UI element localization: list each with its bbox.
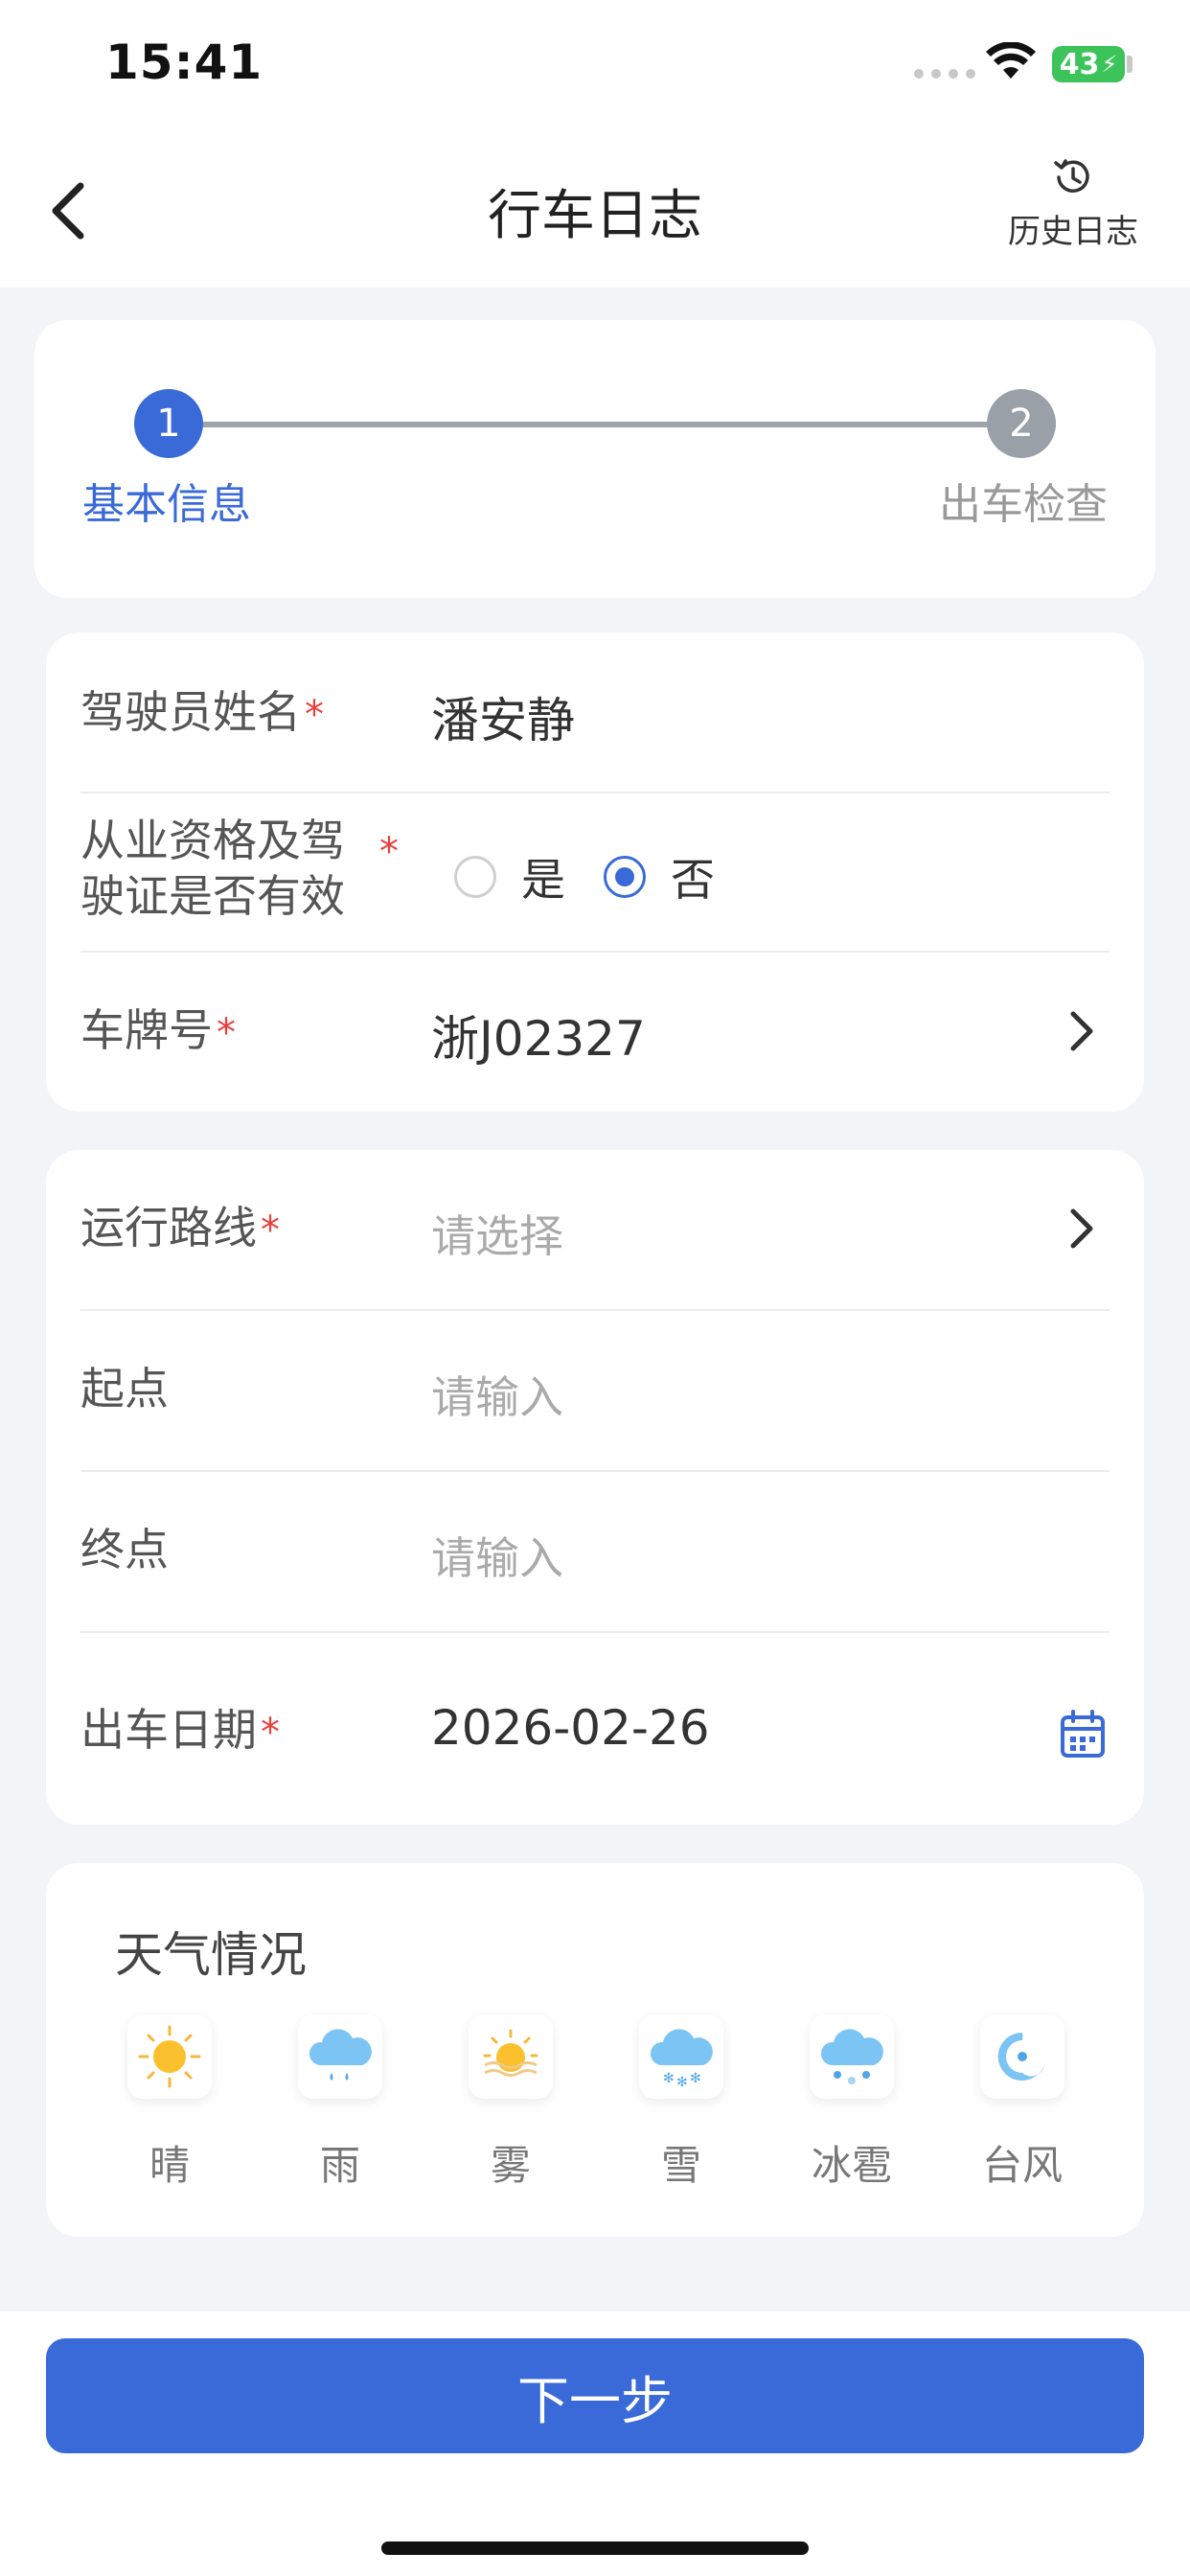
weather-option-fog[interactable]: 雾	[429, 2014, 592, 2192]
weather-label-fog: 雾	[490, 2142, 531, 2189]
bottom-action-bar: 下一步	[0, 2312, 1190, 2576]
driver-name-row[interactable]: 驾驶员姓名 * 潘安静	[80, 632, 1110, 794]
typhoon-icon[interactable]	[980, 2014, 1064, 2099]
rain-icon[interactable]	[298, 2014, 382, 2099]
history-clock-icon	[1054, 159, 1089, 193]
driver-name-label: 驾驶员姓名 *	[80, 686, 324, 738]
wifi-icon	[986, 42, 1036, 79]
step-2-label: 出车检查	[939, 480, 1108, 529]
weather-card: 天气情况 晴 雨 雾 ✻ ✻ ✻ 雪 冰雹 台风	[46, 1863, 1144, 2237]
weather-label-rain: 雨	[319, 2142, 360, 2189]
history-log-button[interactable]: 历史日志	[996, 155, 1150, 261]
weather-option-typhoon[interactable]: 台风	[941, 2014, 1104, 2192]
svg-text:✻: ✻	[676, 2075, 688, 2090]
cellular-signal-icon	[914, 69, 975, 79]
end-point-label: 终点	[80, 1524, 169, 1576]
calendar-icon[interactable]	[1060, 1710, 1106, 1760]
step-2-indicator: 2	[987, 389, 1056, 458]
weather-title: 天气情况	[115, 1927, 307, 1983]
plate-number-row[interactable]: 车牌号 * 浙J02327	[80, 951, 1110, 1110]
weather-option-sunny[interactable]: 晴	[88, 2014, 251, 2192]
svg-text:✻: ✻	[663, 2071, 675, 2086]
start-point-input[interactable]: 请输入	[431, 1363, 563, 1426]
fog-icon[interactable]	[469, 2014, 553, 2099]
departure-date-row[interactable]: 出车日期 * 2026-02-26	[80, 1631, 1110, 1823]
departure-date-value[interactable]: 2026-02-26	[431, 1700, 710, 1756]
weather-label-sunny: 晴	[149, 2142, 190, 2189]
step-1-label: 基本信息	[82, 480, 251, 529]
plate-number-label: 车牌号 *	[80, 1004, 236, 1056]
status-time: 15:41	[105, 34, 263, 90]
qualification-row: 从业资格及驾 驶证是否有效 * 是 否	[80, 792, 1110, 953]
end-point-input[interactable]: 请输入	[431, 1524, 563, 1587]
qualification-no-radio[interactable]	[604, 856, 646, 898]
weather-options: 晴 雨 雾 ✻ ✻ ✻ 雪 冰雹 台风	[88, 2014, 1104, 2192]
qualification-yes-label[interactable]: 是	[521, 845, 565, 908]
battery-nub	[1127, 56, 1133, 73]
step-1-indicator: 1	[134, 389, 203, 458]
chevron-right-icon[interactable]	[1064, 1008, 1098, 1054]
qualification-no-label[interactable]: 否	[671, 845, 715, 908]
battery-level: 43	[1059, 47, 1100, 81]
battery-icon: 43 ⚡	[1052, 46, 1125, 82]
snow-icon[interactable]: ✻ ✻ ✻	[639, 2014, 723, 2099]
nav-bar: 行车日志 历史日志	[0, 134, 1190, 288]
step-connector-line	[201, 422, 1056, 427]
driver-info-card: 驾驶员姓名 * 潘安静 从业资格及驾 驶证是否有效 * 是 否 车牌号 * 浙J023…	[46, 632, 1144, 1112]
next-step-button[interactable]: 下一步	[46, 2338, 1144, 2453]
start-point-label: 起点	[80, 1363, 169, 1414]
end-point-row[interactable]: 终点 请输入	[80, 1470, 1110, 1633]
driver-name-value[interactable]: 潘安静	[431, 682, 575, 751]
weather-label-snow: 雪	[660, 2142, 701, 2189]
svg-text:✻: ✻	[690, 2071, 701, 2086]
sun-icon[interactable]	[127, 2014, 212, 2099]
weather-option-hail[interactable]: 冰雹	[770, 2014, 933, 2192]
route-info-card: 运行路线 * 请选择 起点 请输入 终点 请输入 出车日期 * 2026-02-26	[46, 1150, 1144, 1825]
departure-date-label: 出车日期 *	[80, 1704, 280, 1756]
plate-number-value[interactable]: 浙J02327	[431, 1000, 646, 1070]
qualification-yes-radio[interactable]	[454, 856, 496, 898]
weather-option-snow[interactable]: ✻ ✻ ✻ 雪	[600, 2014, 763, 2192]
hail-icon[interactable]	[810, 2014, 894, 2099]
history-log-label: 历史日志	[1008, 213, 1138, 251]
status-bar: 15:41 43 ⚡	[0, 0, 1190, 134]
weather-label-typhoon: 台风	[981, 2142, 1063, 2189]
home-indicator[interactable]	[381, 2542, 809, 2555]
route-row[interactable]: 运行路线 * 请选择	[80, 1150, 1110, 1311]
route-select[interactable]: 请选择	[431, 1202, 563, 1265]
start-point-row[interactable]: 起点 请输入	[80, 1309, 1110, 1472]
route-label: 运行路线 *	[80, 1202, 280, 1254]
chevron-right-icon[interactable]	[1064, 1206, 1098, 1252]
qualification-radio-group: 是 否	[454, 845, 753, 908]
weather-option-rain[interactable]: 雨	[259, 2014, 422, 2192]
progress-steps: 1 2 基本信息 出车检查	[34, 320, 1156, 598]
qualification-label: 从业资格及驾 驶证是否有效 *	[80, 815, 399, 922]
weather-label-hail: 冰雹	[811, 2142, 892, 2189]
